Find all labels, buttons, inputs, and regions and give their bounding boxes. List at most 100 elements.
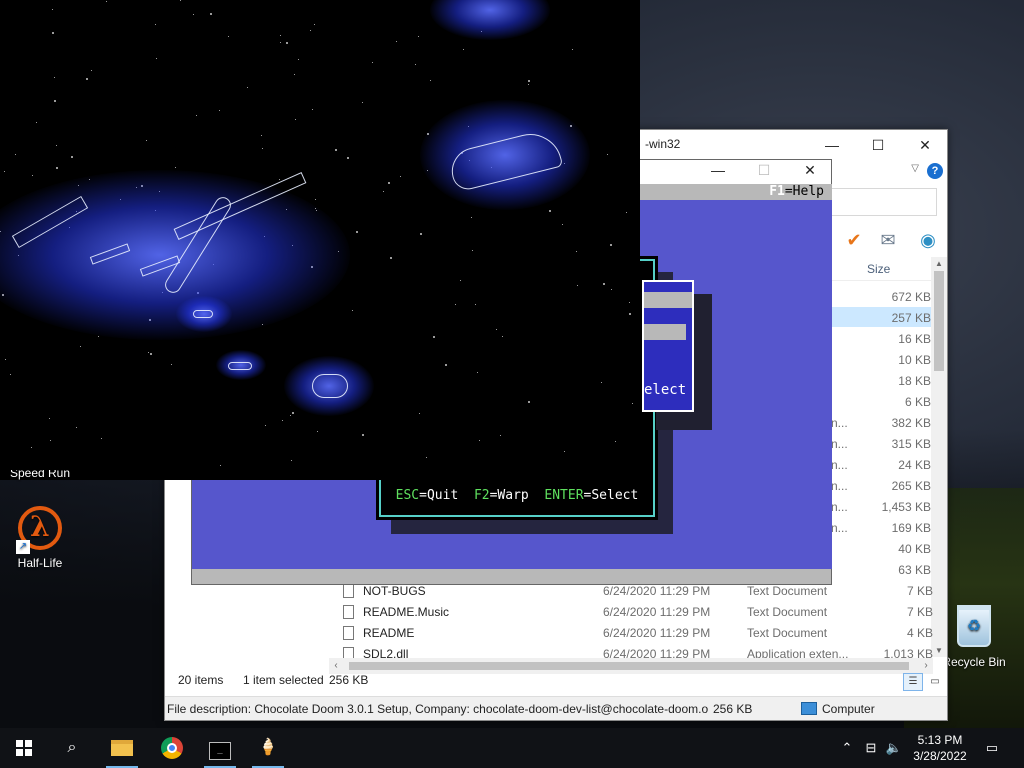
checkmark-icon[interactable]: ✔: [841, 228, 867, 252]
minimize-button[interactable]: —: [698, 162, 738, 178]
file-size: 315 KB: [891, 437, 931, 451]
star: [228, 36, 229, 37]
star: [171, 364, 172, 365]
star: [335, 149, 337, 151]
maximize-button[interactable]: ☐: [855, 130, 901, 160]
network-icon[interactable]: ⊟: [860, 728, 882, 768]
desktop-icon-partial[interactable]: Speed Run: [2, 470, 78, 482]
doom-game-window[interactable]: [0, 0, 640, 480]
star: [294, 74, 295, 75]
large-icons-view-icon[interactable]: ▭: [925, 673, 945, 691]
file-date: 6/24/2020 11:29 PM: [603, 626, 711, 640]
search-button[interactable]: ⌕: [48, 728, 96, 768]
type-cell: n...: [831, 437, 848, 451]
file-size: 4 KB: [906, 626, 933, 640]
star: [54, 100, 56, 102]
star: [390, 257, 392, 259]
action-center-button[interactable]: ▭: [980, 728, 1004, 768]
star: [247, 87, 248, 88]
help-label: =Help: [784, 184, 824, 199]
star: [396, 41, 397, 42]
show-hidden-icons-button[interactable]: ⌃: [838, 728, 856, 768]
desktop-icon-half-life[interactable]: λ ↗ Half-Life: [2, 504, 78, 570]
star: [52, 9, 53, 10]
file-size: 169 KB: [891, 521, 931, 535]
star: [298, 59, 299, 60]
minimize-button[interactable]: —: [809, 130, 855, 160]
file-description-size: 256 KB: [713, 702, 753, 716]
close-button[interactable]: ✕: [902, 130, 948, 160]
star: [49, 418, 50, 419]
selection-size: 256 KB: [329, 673, 369, 687]
file-size: 7 KB: [906, 605, 933, 619]
selection-count: 1 item selected: [243, 673, 324, 687]
submenu-option[interactable]: [644, 292, 692, 308]
enter-label: =Select: [583, 488, 639, 503]
shortcut-arrow-icon: ↗: [16, 540, 30, 554]
star: [455, 304, 456, 305]
help-icon[interactable]: ?: [927, 163, 943, 179]
table-row[interactable]: SDL2.dll 6/24/2020 11:29 PM Application …: [343, 644, 933, 658]
star: [155, 24, 156, 25]
star: [76, 427, 77, 428]
taskbar-file-explorer[interactable]: [98, 728, 146, 768]
star: [603, 283, 605, 285]
close-button[interactable]: ✕: [790, 162, 830, 179]
star: [420, 233, 422, 235]
scroll-down-icon[interactable]: ▼: [931, 646, 947, 655]
star: [528, 401, 530, 403]
star: [477, 372, 478, 373]
taskbar-chrome[interactable]: [148, 728, 196, 768]
star: [629, 313, 631, 315]
details-view-icon[interactable]: ☰: [903, 673, 923, 691]
file-type: Text Document: [747, 584, 828, 598]
vertical-scrollbar[interactable]: ▲ ▼: [931, 257, 947, 657]
start-button[interactable]: [0, 728, 48, 768]
wireframe-hull: [228, 362, 252, 370]
email-icon[interactable]: ✉: [875, 228, 901, 252]
star: [471, 217, 472, 218]
windows-logo-icon: [16, 740, 32, 756]
scroll-up-icon[interactable]: ▲: [931, 259, 947, 268]
taskbar-doom-setup[interactable]: 🍦: [244, 728, 292, 768]
file-size: 6 KB: [904, 395, 931, 409]
star: [71, 156, 73, 158]
ribbon-expand-icon[interactable]: ▽: [911, 163, 919, 174]
star: [475, 304, 476, 305]
taskbar-terminal[interactable]: _: [196, 728, 244, 768]
star: [50, 440, 51, 441]
submenu-select-label: elect: [644, 382, 687, 398]
globe-icon[interactable]: ◉: [915, 228, 941, 252]
search-icon: ⌕: [67, 739, 77, 756]
file-date: 6/24/2020 11:29 PM: [603, 605, 711, 619]
star: [180, 0, 181, 1]
star: [291, 460, 292, 461]
star: [347, 157, 349, 159]
column-size-header[interactable]: Size: [867, 262, 890, 276]
star: [262, 148, 263, 149]
file-date: 6/24/2020 11:29 PM: [603, 584, 711, 598]
f2-key[interactable]: F2: [474, 488, 490, 503]
enter-key[interactable]: ENTER: [544, 488, 583, 503]
star: [280, 42, 281, 43]
scroll-thumb[interactable]: [934, 271, 944, 371]
f2-label: =Warp: [489, 488, 529, 503]
file-size: 18 KB: [898, 374, 931, 388]
file-type: Text Document: [747, 605, 828, 619]
star: [310, 30, 311, 31]
table-row[interactable]: README 6/24/2020 11:29 PM Text Document …: [343, 623, 933, 644]
star: [502, 336, 503, 337]
esc-key[interactable]: ESC: [396, 488, 419, 503]
search-box[interactable]: [825, 188, 937, 216]
desktop-icon-label: Half-Life: [17, 556, 63, 570]
help-hint: F1=Help: [769, 184, 824, 199]
maximize-button[interactable]: ☐: [744, 162, 784, 179]
submenu-option[interactable]: [644, 324, 686, 340]
star: [196, 115, 197, 116]
notification-icon: ▭: [985, 740, 999, 755]
key-hints: ESC=Quit F2=Warp ENTER=Select: [381, 488, 653, 503]
system-clock[interactable]: 5:13 PM 3/28/2022: [900, 732, 980, 764]
table-row[interactable]: README.Music 6/24/2020 11:29 PM Text Doc…: [343, 602, 933, 623]
star: [472, 250, 473, 251]
star: [426, 457, 427, 458]
